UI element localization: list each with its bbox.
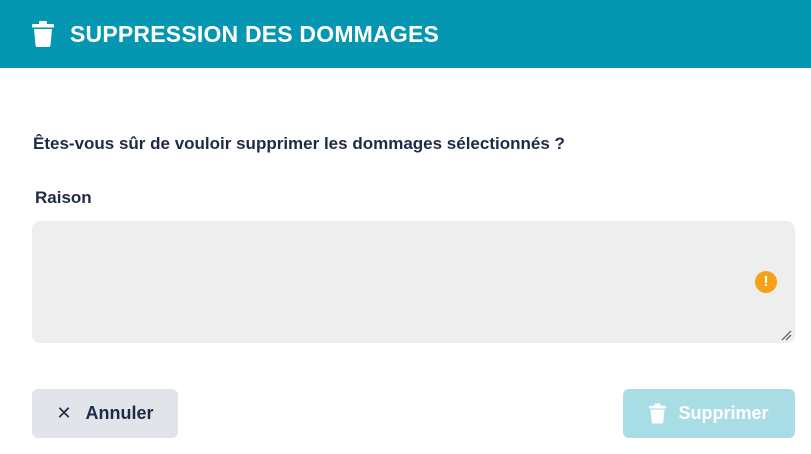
reason-field-container [32, 221, 795, 343]
close-icon: ✕ [56, 403, 72, 423]
resize-handle-icon[interactable] [780, 328, 792, 341]
dialog-title: SUPPRESSION DES DOMMAGES [70, 20, 440, 47]
trash-icon [32, 21, 54, 47]
delete-button[interactable]: Supprimer [623, 389, 795, 438]
reason-textarea[interactable] [32, 221, 795, 343]
dialog-header: SUPPRESSION DES DOMMAGES [0, 0, 811, 68]
trash-icon [649, 403, 667, 424]
warning-icon: ! [755, 271, 777, 293]
cancel-button-label: Annuler [85, 403, 154, 423]
cancel-button[interactable]: ✕ Annuler [32, 389, 178, 438]
reason-label: Raison [35, 188, 92, 207]
confirmation-question: Êtes-vous sûr de vouloir supprimer les d… [33, 134, 565, 153]
delete-button-label: Supprimer [678, 403, 769, 423]
